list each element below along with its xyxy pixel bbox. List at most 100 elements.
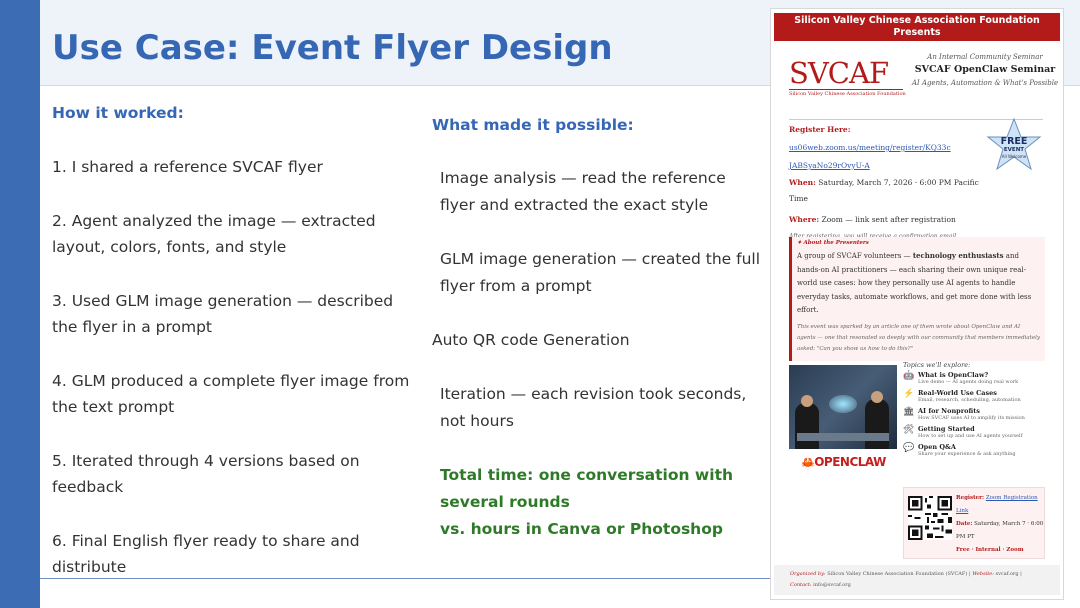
topics-list: Topics we'll explore: 🤖 What is OpenClaw… xyxy=(903,361,1045,461)
topic-desc: Live demo — AI agents doing real work xyxy=(918,379,1019,385)
date-label: Date: xyxy=(956,521,973,527)
photo-person xyxy=(865,399,889,449)
date-line: Date: Saturday, March 7 · 6:00 PM PT xyxy=(956,518,1044,544)
topic-desc: How SVCAF uses AI to amplify its mission xyxy=(918,415,1025,421)
event-info: Register Here: us06web.zoom.us/meeting/r… xyxy=(789,121,985,252)
reg-link: Zoom Registration xyxy=(985,495,1038,501)
flyer-banner-presents: Presents xyxy=(893,27,941,38)
free-event-badge: FREE EVENT All Welcome xyxy=(985,137,1043,160)
topic-item: 🏛 AI for Nonprofits How SVCAF uses AI to… xyxy=(903,407,1045,422)
seminar-header: An Internal Community Seminar SVCAF Open… xyxy=(911,53,1059,88)
when-value: Saturday, March 7, 2026 · 6:00 PM Pacifi… xyxy=(789,178,979,203)
photo-person-head xyxy=(801,395,813,407)
flyer-top-banner: Silicon Valley Chinese Association Found… xyxy=(774,13,1060,41)
hologram-glow xyxy=(829,395,857,413)
svcaf-logo-text: SVCAF xyxy=(789,56,889,90)
reg-line: Register: Zoom Registration xyxy=(956,492,1044,505)
topic-title: What is OpenClaw? xyxy=(918,371,989,379)
robot-icon: 🤖 xyxy=(903,371,915,381)
left-accent-bar xyxy=(0,0,40,608)
topics-heading: Topics we'll explore: xyxy=(903,361,971,369)
register-line: Register Here: us06web.zoom.us/meeting/r… xyxy=(789,121,985,157)
topic-desc: How to set up and use AI agents yourself xyxy=(918,433,1023,439)
openclaw-logo: 🦀OPENCLAW xyxy=(801,455,886,469)
total-time-summary: Total time: one conversation with severa… xyxy=(432,462,762,543)
where-line: Where: Zoom — link sent after registrati… xyxy=(789,211,985,229)
lightning-icon: ⚡ xyxy=(903,389,915,399)
presenters-body-bold: technology enthusiasts xyxy=(912,251,1004,260)
enabler-item: Image analysis — read the reference flye… xyxy=(440,169,726,214)
photo-table xyxy=(797,433,889,441)
footer-web-value: svcaf.org xyxy=(995,571,1019,577)
enabler-item: GLM image generation — created the full … xyxy=(440,250,761,295)
presenters-origin-note: This event was sparked by an article one… xyxy=(797,323,1041,352)
when-line: When: Saturday, March 7, 2026 · 6:00 PM … xyxy=(789,175,985,207)
topic-item: 💬 Open Q&A Share your experience & ask a… xyxy=(903,443,1045,458)
when-label: When: xyxy=(789,178,816,187)
topic-item: 🛠 Getting Started How to set up and use … xyxy=(903,425,1045,440)
topic-desc: Share your experience & ask anything xyxy=(918,451,1016,457)
footer-org-value: Silicon Valley Chinese Association Found… xyxy=(827,571,968,577)
topic-desc: Email, research, scheduling, automation xyxy=(918,397,1021,403)
enabler-item: Iteration — each revision took seconds, … xyxy=(440,385,747,430)
step-item: 5. Iterated through 4 versions based on … xyxy=(52,452,360,496)
svcaf-logo: SVCAF Silicon Valley Chinese Association… xyxy=(789,56,906,97)
what-made-it-possible-column: What made it possible: Image analysis — … xyxy=(432,112,762,543)
presenters-body: A group of SVCAF volunteers — technology… xyxy=(797,249,1040,318)
step-item: 6. Final English flyer ready to share an… xyxy=(52,532,360,576)
reg-label: Register: xyxy=(956,495,985,501)
footer-org-label: Organized by: xyxy=(790,571,826,577)
star-free: FREE xyxy=(1000,136,1028,147)
register-link: us06web.zoom.us/meeting/register/KQ33c xyxy=(789,143,951,152)
presenters-body-post: and hands-on AI practitioners — each sha… xyxy=(797,252,1032,314)
footer-contact-value: info@svcaf.org xyxy=(813,582,851,588)
presenters-heading: ✦ About the Presenters xyxy=(797,240,869,246)
chat-bubble-icon: 💬 xyxy=(903,443,915,453)
photo-person xyxy=(795,403,819,449)
seminar-subtitle: AI Agents, Automation & What's Possible xyxy=(911,79,1059,87)
step-item: 2. Agent analyzed the image — extracted … xyxy=(52,212,376,256)
about-presenters-box: ✦ About the Presenters A group of SVCAF … xyxy=(789,237,1045,361)
register-link-cont: JABSyaNo29rOvyU-A xyxy=(789,161,870,170)
building-icon: 🏛 xyxy=(903,407,915,417)
topic-title: AI for Nonprofits xyxy=(918,407,980,415)
enabler-item: Auto QR code Generation xyxy=(432,331,630,349)
event-flyer-image: Silicon Valley Chinese Association Found… xyxy=(770,8,1064,600)
slide-title: Use Case: Event Flyer Design xyxy=(52,28,613,68)
seminar-title: SVCAF OpenClaw Seminar xyxy=(914,64,1056,75)
seminar-kicker: An Internal Community Seminar xyxy=(927,53,1043,61)
how-it-worked-heading: How it worked: xyxy=(52,104,184,122)
presenters-body-pre: A group of SVCAF volunteers — xyxy=(797,252,913,260)
topic-title: Getting Started xyxy=(918,425,975,433)
step-item: 1. I shared a reference SVCAF flyer xyxy=(52,158,323,176)
tools-icon: 🛠 xyxy=(903,425,915,435)
topic-item: ⚡ Real-World Use Cases Email, research, … xyxy=(903,389,1045,404)
qr-code-icon xyxy=(908,496,952,540)
topic-title: Real-World Use Cases xyxy=(918,389,997,397)
reg-tags: Free · Internal · Zoom xyxy=(956,547,1024,553)
comparison-line: vs. hours in Canva or Photoshop xyxy=(440,520,723,538)
footer-org-line: Organized by: Silicon Valley Chinese Ass… xyxy=(790,571,1022,577)
what-made-it-possible-heading: What made it possible: xyxy=(432,116,634,134)
star-welcome: All Welcome xyxy=(1001,154,1027,159)
step-item: 3. Used GLM image generation — described… xyxy=(52,292,394,336)
svcaf-logo-subtitle: Silicon Valley Chinese Association Found… xyxy=(789,89,906,97)
reg-link-cont: Link xyxy=(956,508,969,514)
footer-contact-label: Contact: xyxy=(790,582,812,588)
step-item: 4. GLM produced a complete flyer image f… xyxy=(52,372,410,416)
footer-web-label: Website: xyxy=(972,571,994,577)
photo-person-head xyxy=(871,391,883,403)
registration-box: Register: Zoom Registration Link Date: S… xyxy=(903,487,1045,559)
total-time-line: Total time: one conversation with severa… xyxy=(440,466,734,511)
footer-contact-line: Contact: info@svcaf.org xyxy=(790,580,1044,591)
where-value: Zoom — link sent after registration xyxy=(821,215,956,224)
register-label: Register Here: xyxy=(789,125,851,134)
where-label: Where: xyxy=(789,215,820,224)
openclaw-logo-text: OPENCLAW xyxy=(814,455,886,469)
flyer-banner-org: Silicon Valley Chinese Association Found… xyxy=(794,15,1040,26)
star-event: EVENT xyxy=(1003,147,1025,153)
topic-item: 🤖 What is OpenClaw? Live demo — AI agent… xyxy=(903,371,1045,386)
flyer-footer: Organized by: Silicon Valley Chinese Ass… xyxy=(774,565,1060,595)
registration-text: Register: Zoom Registration Link Date: S… xyxy=(956,492,1044,557)
claw-icon: 🦀 xyxy=(801,456,815,469)
